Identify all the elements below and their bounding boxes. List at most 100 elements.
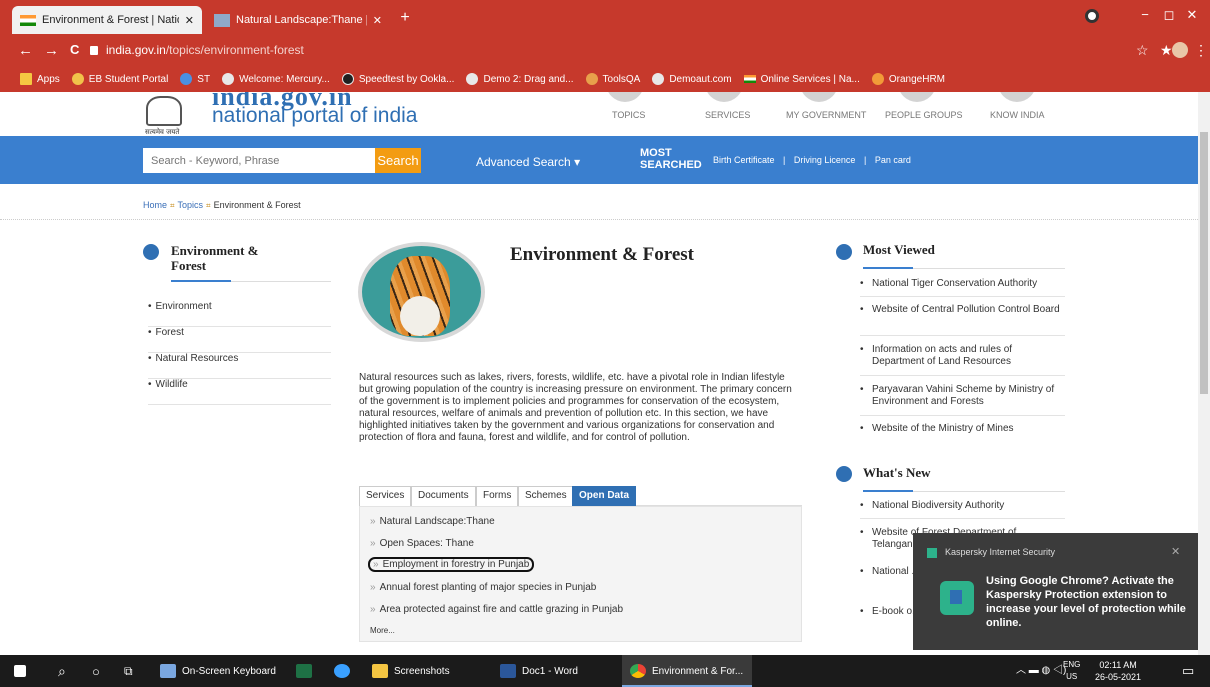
bookmarks-bar: Apps EB Student Portal ST Welcome: Mercu… xyxy=(0,66,1210,92)
chrome-extension-icon[interactable] xyxy=(1085,9,1099,23)
avatar[interactable] xyxy=(1172,42,1188,58)
topics-nav-icon xyxy=(606,92,644,102)
search-input[interactable] xyxy=(143,148,375,173)
nav-services[interactable]: SERVICES xyxy=(705,110,750,120)
open-data-link[interactable]: » Natural Landscape:Thane xyxy=(370,516,495,527)
forward-arrow-icon[interactable]: → xyxy=(44,42,59,59)
taskbar-screenshots[interactable]: Screenshots xyxy=(372,655,450,687)
bookmark-online-services[interactable]: Online Services | Na... xyxy=(743,74,860,85)
page-scrollbar[interactable] xyxy=(1198,92,1210,655)
chevron-right-icon: » xyxy=(370,604,376,615)
most-viewed-link[interactable]: Website of the Ministry of Mines xyxy=(860,423,1065,435)
nav-people-groups[interactable]: PEOPLE GROUPS xyxy=(885,110,963,120)
quick-link-driving-licence[interactable]: Driving Licence xyxy=(794,155,856,165)
breadcrumb-topics[interactable]: Topics xyxy=(178,200,204,210)
taskbar-label: Screenshots xyxy=(394,665,450,677)
task-view-icon[interactable]: ⧉ xyxy=(124,655,133,687)
india-flag-icon xyxy=(20,14,36,26)
tray-icons[interactable]: ︿ ▬ ◍ ◁) xyxy=(1016,655,1066,687)
reload-icon[interactable]: C xyxy=(70,42,79,57)
search-icon[interactable]: ⌕ xyxy=(58,655,66,687)
menu-kebab-icon[interactable]: ⋮ xyxy=(1194,42,1208,59)
chevron-right-icon: » xyxy=(370,582,376,593)
quick-link-pan-card[interactable]: Pan card xyxy=(875,155,911,165)
nav-know-india[interactable]: KNOW INDIA xyxy=(990,110,1045,120)
back-arrow-icon[interactable]: ← xyxy=(18,42,33,59)
open-data-link[interactable]: » Area protected against fire and cattle … xyxy=(370,604,623,615)
tab-schemes[interactable]: Schemes xyxy=(518,486,574,506)
sidebar-title-line-2: Forest xyxy=(171,258,207,273)
bookmark-mercury[interactable]: Welcome: Mercury... xyxy=(222,73,330,85)
most-viewed-link[interactable]: Paryavaran Vahini Scheme by Ministry of … xyxy=(860,384,1065,408)
clock[interactable]: 02:11 AM 26-05-2021 xyxy=(1095,659,1141,683)
taskbar-excel[interactable] xyxy=(296,655,318,687)
tab-forms[interactable]: Forms xyxy=(476,486,519,506)
taskbar-edge[interactable] xyxy=(334,655,356,687)
open-data-label: Natural Landscape:Thane xyxy=(379,516,495,527)
tab-title: Natural Landscape:Thane | smar xyxy=(236,14,367,26)
close-icon[interactable]: ✕ xyxy=(1171,545,1180,558)
sidebar-item-natural-resources[interactable]: Natural Resources xyxy=(148,353,331,379)
bookmark-toolsqa[interactable]: ToolsQA xyxy=(585,73,640,85)
apps-grid-icon xyxy=(20,73,32,85)
bookmark-apps[interactable]: Apps xyxy=(20,73,60,85)
address-bar[interactable]: india.gov.in/topics/environment-forest xyxy=(90,39,1100,61)
sidebar-item-wildlife[interactable]: Wildlife xyxy=(148,379,331,405)
services-nav-icon xyxy=(705,92,743,102)
most-viewed-link[interactable]: Information on acts and rules of Departm… xyxy=(860,344,1065,368)
taskbar-word[interactable]: Doc1 - Word xyxy=(500,655,578,687)
open-data-link-highlighted[interactable]: » Employment in forestry in Punjab xyxy=(368,557,535,572)
sidebar-item-forest[interactable]: Forest xyxy=(148,327,331,353)
site-logo-text[interactable]: national portal of india xyxy=(212,104,417,128)
bookmark-st[interactable]: ST xyxy=(180,73,210,85)
divider xyxy=(860,518,1065,519)
notifications-icon[interactable]: ▭ xyxy=(1182,655,1194,687)
cortana-icon[interactable]: ○ xyxy=(92,655,100,687)
toolsqa-icon xyxy=(585,73,598,85)
close-tab-icon[interactable]: ✕ xyxy=(373,14,382,27)
tab-services[interactable]: Services xyxy=(359,486,412,506)
language-code: ENG xyxy=(1063,660,1081,669)
tab-open-data[interactable]: Open Data xyxy=(572,486,637,506)
tab-documents[interactable]: Documents xyxy=(411,486,476,506)
sidebar-item-label: Forest xyxy=(155,327,184,338)
taskbar-on-screen-keyboard[interactable]: On-Screen Keyboard xyxy=(160,655,276,687)
scrollbar-thumb[interactable] xyxy=(1200,132,1208,394)
orangehrm-icon xyxy=(871,73,884,85)
language-indicator[interactable]: ENG US xyxy=(1063,659,1080,683)
divider xyxy=(860,415,1065,416)
more-link[interactable]: More... xyxy=(370,626,395,635)
bookmark-orangehrm[interactable]: OrangeHRM xyxy=(871,73,945,85)
quick-link-birth-certificate[interactable]: Birth Certificate xyxy=(713,155,775,165)
open-data-label: Employment in forestry in Punjab xyxy=(382,559,530,570)
open-data-link[interactable]: » Open Spaces: Thane xyxy=(370,538,474,549)
taskbar-chrome[interactable]: Environment & For... xyxy=(630,655,743,687)
bookmark-speedtest[interactable]: Speedtest by Ookla... xyxy=(341,73,454,85)
bookmark-eb-student-portal[interactable]: EB Student Portal xyxy=(71,73,168,85)
whats-new-link[interactable]: National Biodiversity Authority xyxy=(860,500,1065,512)
breadcrumb-home[interactable]: Home xyxy=(143,200,167,210)
close-window-button[interactable]: ✕ xyxy=(1174,0,1210,30)
browser-tab-active[interactable]: Environment & Forest | National ✕ xyxy=(12,6,202,34)
extension-star-icon[interactable]: ★ xyxy=(1160,42,1173,59)
nav-my-government[interactable]: MY GOVERNMENT xyxy=(786,110,866,120)
flag-icon xyxy=(743,75,756,83)
people-nav-icon xyxy=(898,92,936,102)
bookmark-demo-drag[interactable]: Demo 2: Drag and... xyxy=(466,73,574,85)
nav-topics[interactable]: TOPICS xyxy=(612,110,645,120)
bookmark-demoaut[interactable]: Demoaut.com xyxy=(652,73,732,85)
sidebar-item-environment[interactable]: Environment xyxy=(148,301,331,327)
most-viewed-link[interactable]: Website of Central Pollution Control Boa… xyxy=(860,304,1065,316)
close-tab-icon[interactable]: ✕ xyxy=(185,14,194,27)
star-icon[interactable]: ☆ xyxy=(1136,42,1149,59)
new-tab-button[interactable]: + xyxy=(396,10,414,28)
breadcrumb-separator-icon: ⌗ xyxy=(170,201,175,210)
kaspersky-notification[interactable]: Kaspersky Internet Security ✕ Using Goog… xyxy=(913,533,1198,650)
open-data-link[interactable]: » Annual forest planting of major species… xyxy=(370,582,596,593)
search-button[interactable]: Search xyxy=(375,148,421,173)
most-viewed-link[interactable]: National Tiger Conservation Authority xyxy=(860,278,1065,290)
browser-tab[interactable]: Natural Landscape:Thane | smar ✕ xyxy=(206,6,390,34)
windows-start-icon[interactable] xyxy=(14,655,32,687)
advanced-search-link[interactable]: Advanced Search ▾ xyxy=(476,155,580,169)
most-searched-label: MOST SEARCHED xyxy=(640,147,702,171)
